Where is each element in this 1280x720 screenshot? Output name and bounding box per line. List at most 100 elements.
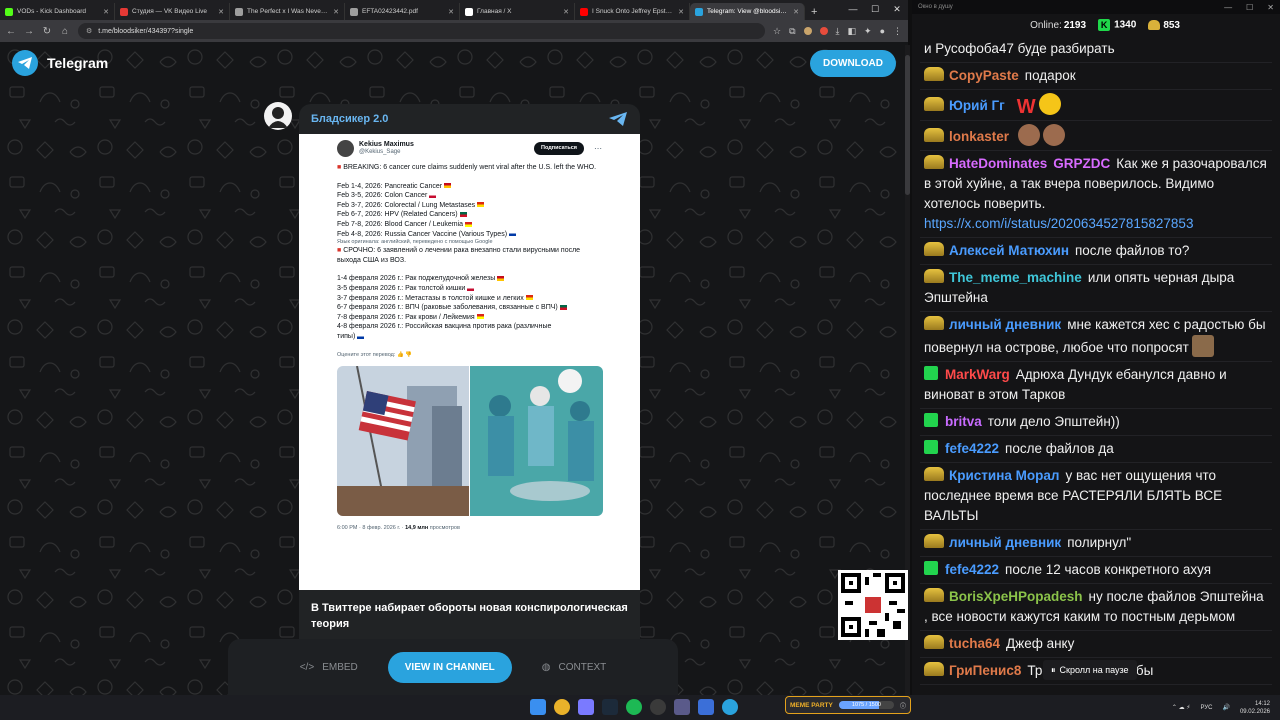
- chat-username[interactable]: fefe4222: [945, 441, 999, 456]
- browser-tab[interactable]: Telegram: View @bloodsiker ✕: [690, 3, 805, 20]
- windows-start-icon[interactable]: [530, 699, 546, 715]
- tab-close-icon[interactable]: ✕: [333, 8, 339, 16]
- flag-cn-icon: [477, 202, 485, 208]
- bookmark-star-icon[interactable]: ☆: [773, 26, 781, 37]
- chat-message[interactable]: CopyPaste подарок: [920, 63, 1272, 90]
- menu-icon[interactable]: ⋮: [893, 26, 902, 37]
- telegram-logo-icon[interactable]: [12, 50, 38, 76]
- home-icon[interactable]: ⌂: [60, 26, 70, 37]
- close-icon[interactable]: ✕: [1267, 3, 1274, 12]
- spotify-icon[interactable]: [626, 699, 642, 715]
- profile-icon[interactable]: ●: [880, 26, 885, 36]
- chat-username[interactable]: britva: [945, 414, 982, 429]
- chat-message[interactable]: Юрий Гг W: [920, 90, 1272, 121]
- chat-message[interactable]: fefe4222 после 12 часов конкретного ахуя: [920, 557, 1272, 584]
- chat-message[interactable]: личный дневник мне кажется хес с радостью…: [920, 312, 1272, 362]
- chat-message[interactable]: tucha64 Джеф анку: [920, 631, 1272, 658]
- chat-message[interactable]: личный дневник полирнул": [920, 530, 1272, 557]
- tab-close-icon[interactable]: ✕: [218, 8, 224, 16]
- chat-message[interactable]: BorisXpeHPopadesh ну после файлов Эпштейн…: [920, 584, 1272, 631]
- meme-party-count: 1075 / 1500: [851, 702, 881, 708]
- extension-icon[interactable]: [819, 27, 828, 35]
- site-info-icon[interactable]: ⚙: [86, 27, 92, 35]
- chat-message[interactable]: и Русофоба47 буде разбирать: [920, 36, 1272, 63]
- extensions-puzzle-icon[interactable]: ✦: [864, 26, 872, 37]
- chat-username[interactable]: ГриПенис8: [949, 663, 1021, 678]
- chat-username[interactable]: Алексей Матюхин: [949, 243, 1069, 258]
- chat-username[interactable]: HateDominates: [949, 156, 1047, 171]
- chat-message[interactable]: HateDominates GRPZDC Как же я разочаровалс…: [920, 151, 1272, 238]
- telegram-icon[interactable]: [722, 699, 738, 715]
- close-icon[interactable]: ✕: [886, 0, 908, 18]
- chat-message[interactable]: britva толи дело Эпштейн)): [920, 409, 1272, 436]
- browser-tab[interactable]: EFTA02423442.pdf ✕: [345, 3, 460, 20]
- tweet-list-item-text: 3-7 февраля 2026 г.: Метастазы в толстой…: [337, 294, 524, 302]
- tab-label: I Snuck Onto Jeffrey Epstein': [592, 8, 675, 15]
- minimize-icon[interactable]: —: [1224, 3, 1232, 12]
- media-player-icon[interactable]: [698, 699, 714, 715]
- chat-username[interactable]: lonkaster: [949, 129, 1009, 144]
- telegram-header: Telegram: [0, 42, 908, 84]
- volume-icon[interactable]: 🔊: [1222, 704, 1229, 711]
- tray-icons[interactable]: ⌃ ☁ ⚡: [1172, 704, 1191, 711]
- chrome-icon[interactable]: [554, 699, 570, 715]
- tab-close-icon[interactable]: ✕: [678, 8, 684, 16]
- browser-tab[interactable]: Главная / X ✕: [460, 3, 575, 20]
- reload-icon[interactable]: ↻: [42, 26, 52, 37]
- clock[interactable]: 14:12 09.02.2026: [1240, 700, 1270, 716]
- chat-username[interactable]: fefe4222: [945, 562, 999, 577]
- channel-avatar[interactable]: [264, 102, 292, 130]
- chat-message-list[interactable]: и Русофоба47 буде разбирать CopyPaste пода…: [920, 36, 1272, 685]
- download-icon[interactable]: ⤓: [836, 26, 840, 37]
- chat-message[interactable]: Кристина Морал у вас нет ощущения что пос…: [920, 463, 1272, 530]
- new-tab-button[interactable]: +: [805, 3, 823, 20]
- url-bar[interactable]: ⚙ t.me/bloodsiker/434397?single: [78, 23, 765, 39]
- tab-close-icon[interactable]: ✕: [793, 8, 799, 16]
- scroll-paused-button[interactable]: ⏸ Скролл на паузе: [1043, 660, 1137, 680]
- download-button[interactable]: DOWNLOAD: [810, 50, 896, 77]
- browser-tab[interactable]: Студия — VK Видео Live ✕: [115, 3, 230, 20]
- extension-icon[interactable]: ◧: [848, 26, 857, 37]
- toolbar-icons: ☆ ⧉ ⤓ ◧ ✦ ● ⋮: [773, 26, 902, 37]
- language-indicator[interactable]: РУС: [1200, 705, 1212, 711]
- discord-icon[interactable]: [578, 699, 594, 715]
- chat-username[interactable]: Кристина Морал: [949, 468, 1059, 483]
- chat-message[interactable]: Алексей Матюхин после файлов то?: [920, 238, 1272, 265]
- extension-icon[interactable]: [803, 27, 812, 35]
- tab-close-icon[interactable]: ✕: [448, 8, 454, 16]
- minimize-icon[interactable]: —: [842, 0, 864, 18]
- obs-icon[interactable]: [650, 699, 666, 715]
- context-button[interactable]: ◍ CONTEXT: [542, 662, 607, 673]
- app-icon[interactable]: [674, 699, 690, 715]
- tab-close-icon[interactable]: ✕: [563, 8, 569, 16]
- chat-message[interactable]: fefe4222 после файлов да: [920, 436, 1272, 463]
- tweet-screenshot[interactable]: Kekius Maximus @Kekius_Sage Подписаться …: [299, 134, 640, 590]
- app-title[interactable]: Telegram: [47, 55, 108, 71]
- browser-tab[interactable]: I Snuck Onto Jeffrey Epstein' ✕: [575, 3, 690, 20]
- browser-tab[interactable]: VODs - Kick Dashboard ✕: [0, 3, 115, 20]
- maximize-icon[interactable]: ☐: [864, 0, 886, 18]
- steam-icon[interactable]: [602, 699, 618, 715]
- view-in-channel-button[interactable]: VIEW IN CHANNEL: [387, 651, 512, 683]
- tab-close-icon[interactable]: ✕: [103, 8, 109, 16]
- chat-message[interactable]: MarkWarg Адрюха Дундук ебанулся давно и в…: [920, 362, 1272, 409]
- forward-icon[interactable]: →: [24, 26, 34, 37]
- chat-username[interactable]: The_meme_machine: [949, 270, 1082, 285]
- back-icon[interactable]: ←: [6, 26, 16, 37]
- chat-message[interactable]: The_meme_machine или опять черная дыра Эп…: [920, 265, 1272, 312]
- chat-username[interactable]: MarkWarg: [945, 367, 1010, 382]
- extension-icon[interactable]: ⧉: [789, 26, 795, 37]
- chat-username[interactable]: BorisXpeHPopadesh: [949, 589, 1083, 604]
- browser-tab[interactable]: The Perfect x I Was Never Th ✕: [230, 3, 345, 20]
- embed-button[interactable]: </> EMBED: [300, 662, 358, 673]
- chat-link[interactable]: https://x.com/i/status/20206345278158278…: [924, 216, 1193, 231]
- chat-username[interactable]: Юрий Гг: [949, 98, 1005, 113]
- chat-username[interactable]: tucha64: [949, 636, 1000, 651]
- chat-message[interactable]: lonkaster: [920, 121, 1272, 151]
- channel-name[interactable]: Бладсикер 2.0: [311, 113, 388, 125]
- chat-username[interactable]: CopyPaste: [949, 68, 1019, 83]
- scrollbar-thumb[interactable]: [905, 55, 910, 195]
- chat-username[interactable]: личный дневник: [949, 535, 1061, 550]
- maximize-icon[interactable]: ☐: [1246, 3, 1253, 12]
- chat-username[interactable]: личный дневник: [949, 317, 1061, 332]
